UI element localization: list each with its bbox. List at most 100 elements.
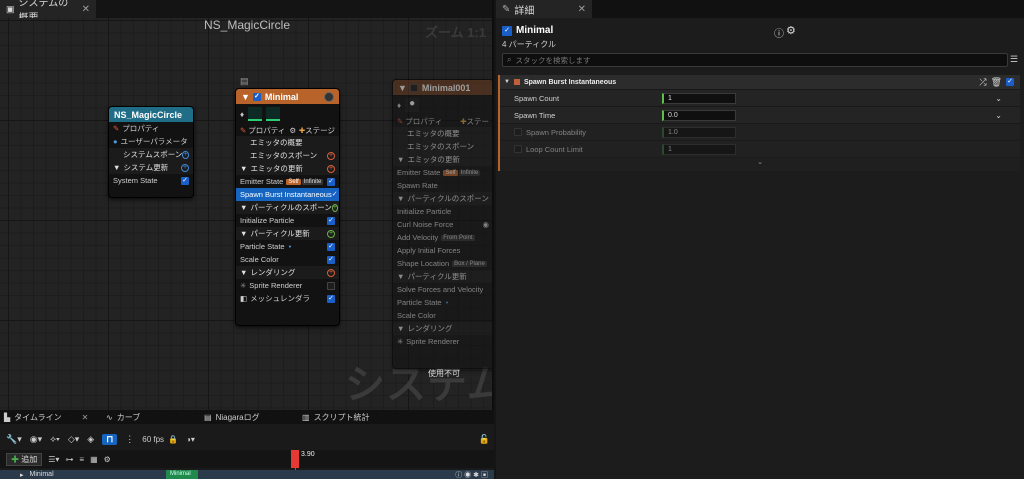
emitter-module-row[interactable]: Particle State • ✓ <box>236 240 339 253</box>
disabled-module-row[interactable]: Curl Noise Force ◉ <box>393 218 492 231</box>
disabled-module-row[interactable]: Initialize Particle <box>393 205 492 218</box>
collapse-arrow-icon[interactable]: ▼ <box>397 324 404 333</box>
emitter-section-row[interactable]: ▼ レンダリング + <box>236 266 339 279</box>
key-icon[interactable]: ◇▾ <box>68 434 79 445</box>
disabled-module-row[interactable]: Solve Forces and Velocity <box>393 283 492 296</box>
add-module-icon[interactable]: + <box>331 203 338 212</box>
tab-curve[interactable]: ∿ カーブ <box>106 410 140 424</box>
collapse-arrow-icon[interactable]: ▼ <box>240 268 247 277</box>
module-enable-checkbox[interactable]: ✓ <box>327 216 335 225</box>
emitter-thumbnail[interactable] <box>248 107 263 121</box>
settings-icon[interactable]: ⚙ <box>104 455 111 464</box>
toggle-icon[interactable]: ⊶ <box>65 455 73 464</box>
tab-timeline[interactable]: ▙ タイムライン ✕ <box>4 410 88 424</box>
emitter-enable-checkbox[interactable] <box>409 83 418 92</box>
disabled-module-row[interactable]: Scale Color <box>393 309 492 322</box>
lock-icon[interactable]: 🔒 <box>168 435 178 444</box>
system-user-params-row[interactable]: ● ユーザーパラメータ <box>109 135 193 148</box>
delete-icon[interactable]: 🗑 <box>991 77 1002 88</box>
gear-icon[interactable]: ⚙ <box>289 126 296 135</box>
system-node[interactable]: NS_MagicCircle ✎ プロパティ ● ユーザーパラメータ システムスポー… <box>108 106 194 198</box>
field-input[interactable]: 0.0 <box>662 109 736 121</box>
emitter-node-header[interactable]: ▼ ✓ Minimal <box>236 89 339 104</box>
disabled-emitter-header[interactable]: ▼ Minimal001 <box>393 80 492 95</box>
collapse-arrow-icon[interactable]: ▼ <box>504 79 510 85</box>
keyframe-icon[interactable]: ◈ <box>87 434 94 445</box>
module-enable-checkbox[interactable]: ✓ <box>331 190 338 199</box>
add-module-icon[interactable]: + <box>181 163 189 172</box>
detail-field-row[interactable]: Spawn Probability 1.0 <box>500 124 1020 141</box>
shuffle-icon[interactable]: ⤮ <box>979 77 986 88</box>
expand-arrow-icon[interactable]: ▸ <box>20 471 24 479</box>
module-enable-checkbox[interactable]: ✓ <box>327 177 335 186</box>
gear-icon[interactable]: ⚙ <box>786 24 796 37</box>
disabled-module-row[interactable]: Add Velocity From Point <box>393 231 492 244</box>
track-bar[interactable]: Minimal <box>166 470 198 479</box>
emitter-properties-row[interactable]: ✎ プロパティ ⚙ ✚ ステージ <box>236 124 339 136</box>
emitter-node[interactable]: ▼ ✓ Minimal ♦ ✎ プロパティ ⚙ ✚ ステージ エミッタの概要 エミ… <box>235 88 340 326</box>
detail-field-row[interactable]: Spawn Time 0.0 ⌄ <box>500 107 1020 124</box>
system-properties-row[interactable]: ✎ プロパティ <box>109 122 193 135</box>
module-enable-checkbox[interactable]: ✓ <box>1006 78 1014 86</box>
emitter-stage-label[interactable]: ステージ <box>305 125 335 136</box>
play-range-icon[interactable]: ◑▾ <box>186 435 195 444</box>
collapse-arrow-icon[interactable]: ▼ <box>240 203 247 212</box>
disabled-module-row[interactable]: ✳ Sprite Renderer <box>393 335 492 348</box>
field-enable-checkbox[interactable] <box>514 128 522 136</box>
fps-select[interactable]: 60 fps <box>142 435 164 444</box>
disabled-emitter-node[interactable]: ▼ Minimal001 ♦ ● ✎ プロパティ ✚ ステー エミッタの概要 エミ… <box>392 79 492 369</box>
disabled-module-row[interactable]: Spawn Rate <box>393 179 492 192</box>
disabled-module-row[interactable]: Particle State • <box>393 296 492 309</box>
field-input[interactable]: 1.0 <box>662 126 736 138</box>
list-icon[interactable]: ≡ <box>79 455 84 464</box>
emitter-section-row[interactable]: ▼ エミッタの更新 + <box>236 162 339 175</box>
disabled-section-row[interactable]: ▼ エミッタの更新 <box>393 153 492 166</box>
emitter-thumbnail[interactable] <box>266 107 281 121</box>
filter-icon[interactable]: ☰ <box>1010 54 1018 65</box>
emitter-section-row[interactable]: ▼ パーティクル更新 + <box>236 227 339 240</box>
emitter-section-row[interactable]: ▼ パーティクルのスポーン + <box>236 201 339 214</box>
collapse-arrow-icon[interactable]: ▼ <box>398 83 407 93</box>
add-module-icon[interactable]: + <box>182 150 189 159</box>
tab-niagara-log[interactable]: ▤ Niagaraログ <box>204 410 260 424</box>
disabled-module-row[interactable]: Shape Location Box / Plane <box>393 257 492 270</box>
collapse-arrow-icon[interactable]: ▼ <box>240 164 247 173</box>
search-input[interactable]: ⌕ スタックを検索します <box>502 53 1008 67</box>
track-row[interactable]: ▸ Minimal ⓘ ◉ ✱ ▣ <box>0 470 494 479</box>
emitter-module-row[interactable]: ◧ メッシュレンダラ ✓ <box>236 292 339 305</box>
system-node-header[interactable]: NS_MagicCircle <box>109 107 193 122</box>
chevron-down-icon[interactable]: ⌄ <box>995 111 1002 120</box>
playhead-handle[interactable] <box>291 450 299 468</box>
emitter-module-row[interactable]: Scale Color ✓ <box>236 253 339 266</box>
system-update-row[interactable]: ▼ システム更新 + <box>109 161 193 174</box>
snap-icon[interactable]: ⟡▾ <box>50 434 60 445</box>
info-icon[interactable]: ⓘ <box>774 25 784 40</box>
grid-icon[interactable]: ▦ <box>90 455 98 464</box>
more-icon[interactable]: ⋮ <box>125 434 134 445</box>
collapse-arrow-icon[interactable]: ▼ <box>397 155 404 164</box>
disabled-section-row[interactable]: ▼ レンダリング <box>393 322 492 335</box>
emitter-module-row[interactable]: Emitter State Self Infinite ✓ <box>236 175 339 188</box>
module-enable-checkbox[interactable] <box>327 281 335 290</box>
emitter-enable-checkbox[interactable]: ✓ <box>252 92 261 101</box>
disabled-properties-row[interactable]: ✎ プロパティ ✚ ステー <box>393 115 492 127</box>
close-icon[interactable]: ✕ <box>82 413 89 422</box>
close-icon[interactable]: ✕ <box>578 4 586 15</box>
enable-checkbox[interactable]: ✓ <box>181 176 189 185</box>
lock-icon[interactable]: 🔓 <box>479 434 490 445</box>
module-enable-checkbox[interactable]: ✓ <box>327 294 335 303</box>
emitter-menu-icon[interactable] <box>324 91 334 102</box>
filter-icon[interactable]: ☰▾ <box>48 455 59 464</box>
tab-system-overview[interactable]: ▣ システムの概要 ✕ <box>0 0 96 24</box>
disabled-section-row[interactable]: ▼ パーティクル更新 <box>393 270 492 283</box>
disabled-module-row[interactable]: Emitter State Self Infinite <box>393 166 492 179</box>
emitter-module-row[interactable]: Spawn Burst Instantaneous ✓ <box>236 188 339 201</box>
eye-icon[interactable]: ◉ <box>482 220 489 229</box>
emitter-enable-checkbox[interactable]: ✓ <box>502 25 512 36</box>
disabled-stage-label[interactable]: ステー <box>467 116 490 127</box>
magnet-icon[interactable]: ⊓ <box>102 433 118 445</box>
add-module-icon[interactable]: + <box>327 268 335 277</box>
emitter-thumbnail[interactable]: ● <box>405 98 420 112</box>
module-enable-checkbox[interactable]: ✓ <box>327 242 335 251</box>
add-module-icon[interactable]: + <box>327 229 335 238</box>
